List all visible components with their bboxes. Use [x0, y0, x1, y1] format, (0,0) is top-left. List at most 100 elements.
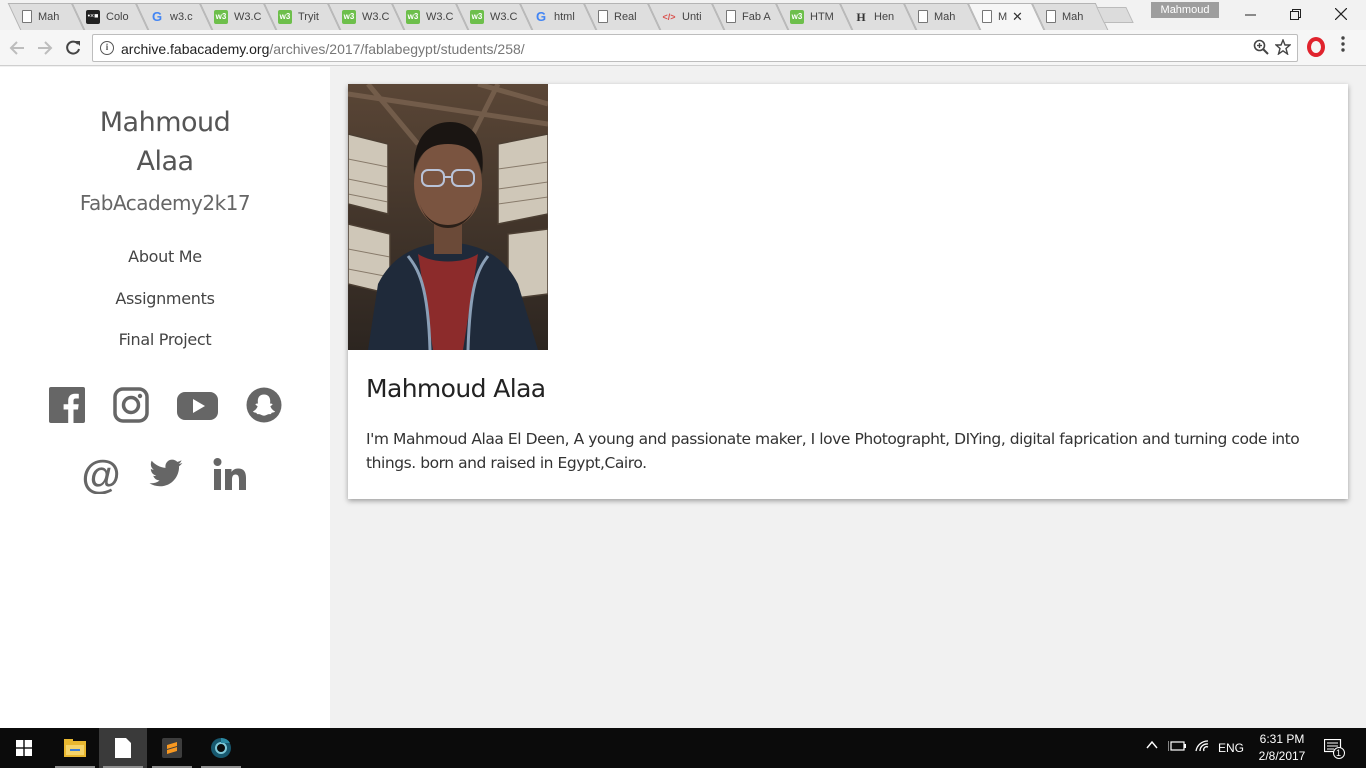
- new-tab-button[interactable]: [1096, 7, 1134, 23]
- tab-title: Mah: [38, 10, 60, 23]
- tab-title: M: [998, 10, 1008, 23]
- youtube-icon[interactable]: [176, 387, 218, 428]
- tab-active[interactable]: M ✕: [970, 3, 1034, 30]
- site-subtitle: FabAcademy2k17: [79, 191, 251, 215]
- browser-tab-strip: Mah •×■ Colo Gw3.c w3 W3.C w3 Tryit w3 W3.C w3 W3.C…: [0, 0, 1366, 30]
- tab-title: Hen: [874, 10, 895, 23]
- profile-badge[interactable]: Mahmoud: [1151, 2, 1219, 18]
- tab[interactable]: w3 W3.C: [330, 3, 394, 30]
- tab-title: Unti: [682, 10, 702, 23]
- url-text[interactable]: archive.fabacademy.org/archives/2017/fab…: [121, 41, 525, 57]
- address-bar[interactable]: i archive.fabacademy.org/archives/2017/f…: [92, 34, 1298, 62]
- twitter-icon[interactable]: [148, 456, 184, 499]
- tab[interactable]: w3 HTM: [778, 3, 842, 30]
- profile-photo-illustration: [348, 84, 548, 350]
- reload-icon: [66, 40, 80, 55]
- h-icon: H: [856, 9, 866, 24]
- forward-button[interactable]: [34, 37, 56, 59]
- tab-title: Tryit: [298, 10, 319, 23]
- w3schools-icon: w3: [214, 9, 228, 24]
- tab[interactable]: Fab A: [714, 3, 778, 30]
- reload-button[interactable]: [62, 37, 84, 59]
- tab-title: Real: [614, 10, 637, 23]
- restore-icon: [1289, 8, 1301, 20]
- doc-icon: [598, 10, 608, 23]
- tab-list: Mah •×■ Colo Gw3.c w3 W3.C w3 Tryit w3 W3.C w3 W3.C…: [10, 3, 1098, 30]
- wifi-icon[interactable]: [1194, 739, 1210, 756]
- show-hidden-icons-chevron-icon[interactable]: [1146, 739, 1158, 754]
- close-icon: [1335, 8, 1347, 20]
- tab[interactable]: </> Unti: [650, 3, 714, 30]
- name-line-1: Mahmoud: [99, 107, 231, 138]
- google-icon: G: [151, 8, 163, 24]
- tab-title: W3.C: [426, 10, 454, 23]
- w3schools-icon: w3: [790, 9, 804, 24]
- tab-title: Colo: [106, 10, 129, 23]
- tab[interactable]: H Hen: [842, 3, 906, 30]
- clock-date[interactable]: 2/8/2017: [1253, 749, 1311, 763]
- opera-extension-icon[interactable]: [1307, 37, 1325, 57]
- linkedin-icon[interactable]: [212, 456, 248, 499]
- forward-arrow-icon: [38, 41, 53, 55]
- bookmark-star-icon[interactable]: [1274, 38, 1292, 60]
- zoom-icon[interactable]: [1253, 39, 1269, 60]
- tab[interactable]: Mah: [906, 3, 970, 30]
- profile-bio: I'm Mahmoud Alaa El Deen, A young and pa…: [366, 430, 1300, 472]
- tab-title: HTM: [810, 10, 834, 23]
- tab[interactable]: Mah: [10, 3, 74, 30]
- profile-photo: [348, 84, 548, 350]
- tab[interactable]: Real: [586, 3, 650, 30]
- svg-text:@: @: [82, 456, 120, 494]
- notification-icon: [1323, 738, 1345, 759]
- tab[interactable]: Ghtml: [522, 3, 586, 30]
- page-viewport: Mahmoud Alaa FabAcademy2k17 About Me Ass…: [0, 67, 1366, 728]
- tab[interactable]: w3 Tryit: [266, 3, 330, 30]
- facebook-icon[interactable]: [48, 387, 85, 428]
- site-info-icon[interactable]: i: [100, 41, 114, 55]
- tab[interactable]: Mah: [1034, 3, 1098, 30]
- taskbar-chrome[interactable]: [197, 728, 245, 768]
- social-links-row-1: [0, 387, 330, 428]
- w3schools-icon: w3: [470, 9, 484, 24]
- tab[interactable]: w3 W3.C: [458, 3, 522, 30]
- email-at-icon[interactable]: @: [81, 453, 120, 499]
- restore-button[interactable]: [1272, 0, 1318, 28]
- nav-final-project[interactable]: Final Project: [0, 330, 330, 372]
- tab-close-icon[interactable]: ✕: [1012, 9, 1023, 25]
- w3schools-icon: w3: [342, 9, 356, 24]
- minimize-button[interactable]: [1227, 0, 1273, 28]
- input-language[interactable]: ENG: [1218, 741, 1244, 755]
- sidebar-nav: About Me Assignments Final Project: [0, 247, 330, 372]
- w3schools-icon: w3: [406, 9, 420, 24]
- taskbar-file-explorer[interactable]: [51, 728, 99, 768]
- sublime-text-icon: [162, 738, 182, 758]
- taskbar-document-app[interactable]: [99, 728, 147, 768]
- snapchat-icon[interactable]: [246, 387, 282, 428]
- action-center-button[interactable]: [1323, 738, 1346, 762]
- browser-menu-icon[interactable]: [1341, 36, 1345, 57]
- instagram-icon[interactable]: [112, 387, 149, 428]
- notification-count: 1: [1336, 748, 1342, 758]
- tab[interactable]: w3 W3.C: [202, 3, 266, 30]
- nav-about-me[interactable]: About Me: [0, 247, 330, 289]
- oxo-icon: •×■: [86, 9, 100, 24]
- close-window-button[interactable]: [1318, 0, 1364, 28]
- clock-time[interactable]: 6:31 PM: [1257, 732, 1307, 746]
- w3schools-icon: w3: [278, 9, 292, 24]
- tab[interactable]: w3 W3.C: [394, 3, 458, 30]
- tab-title: W3.C: [362, 10, 390, 23]
- tab-title: W3.C: [234, 10, 262, 23]
- doc-icon: [918, 10, 928, 23]
- battery-icon[interactable]: [1167, 740, 1186, 755]
- tab[interactable]: Gw3.c: [138, 3, 202, 30]
- nav-assignments[interactable]: Assignments: [0, 289, 330, 331]
- chrome-icon: [211, 737, 231, 758]
- google-icon: G: [535, 8, 547, 24]
- tab-title: Fab A: [742, 10, 771, 23]
- back-button[interactable]: [6, 37, 28, 59]
- tab-title: html: [554, 10, 575, 23]
- social-links-row-2: @: [0, 453, 330, 499]
- tab[interactable]: •×■ Colo: [74, 3, 138, 30]
- taskbar-sublime-text[interactable]: [148, 728, 196, 768]
- start-button[interactable]: [0, 728, 48, 768]
